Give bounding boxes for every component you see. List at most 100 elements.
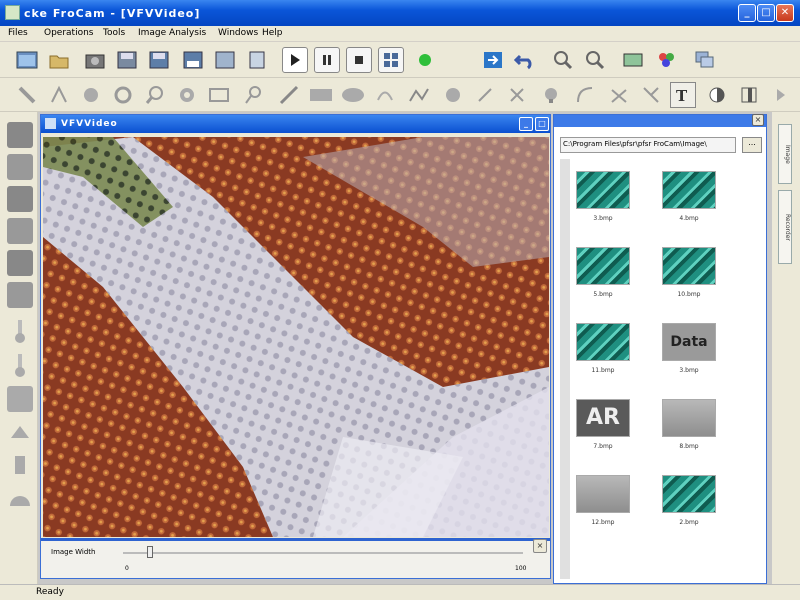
save-copy-icon[interactable] — [244, 47, 270, 73]
close-button[interactable]: ✕ — [776, 4, 794, 22]
zoom-out-icon[interactable] — [582, 47, 608, 73]
square-tool-icon[interactable] — [7, 386, 33, 412]
circle-icon[interactable] — [78, 82, 104, 108]
thumbnail-item[interactable]: 10.bmp — [662, 247, 716, 307]
menu-operations[interactable]: Operations — [44, 28, 93, 38]
slash-icon[interactable] — [472, 82, 498, 108]
arrow-tool-icon[interactable] — [638, 82, 664, 108]
save-disk-icon[interactable] — [212, 47, 238, 73]
browse-button[interactable]: ... — [742, 137, 762, 153]
microscope-image — [43, 137, 549, 537]
contrast-icon[interactable] — [704, 82, 730, 108]
camera-icon[interactable] — [82, 47, 108, 73]
play-icon[interactable] — [282, 47, 308, 73]
save-icon[interactable] — [114, 47, 140, 73]
magnifier-icon[interactable] — [142, 82, 168, 108]
menu-arrow-icon[interactable] — [768, 82, 794, 108]
menu-help[interactable]: Help — [262, 28, 283, 38]
maximize-button[interactable]: □ — [757, 4, 775, 22]
thermo-alt-icon[interactable] — [7, 352, 33, 378]
export-icon[interactable] — [480, 47, 506, 73]
thumbnail-item[interactable]: 2.bmp — [662, 475, 716, 535]
ring-icon[interactable] — [110, 82, 136, 108]
fit-icon[interactable] — [620, 47, 646, 73]
polyline-icon[interactable] — [406, 82, 432, 108]
palette-icon[interactable] — [654, 47, 680, 73]
arc-icon[interactable] — [372, 82, 398, 108]
thumbnail-image — [662, 475, 716, 513]
thumbnail-caption: 3.bmp — [593, 215, 613, 222]
video-window-title: VFVVideo — [61, 119, 118, 129]
thumbnail-item[interactable]: 8.bmp — [662, 399, 716, 459]
thumbnail-image — [576, 247, 630, 285]
menu-image-analysis[interactable]: Image Analysis — [138, 28, 206, 38]
rectangle-icon[interactable] — [308, 82, 334, 108]
invert-icon[interactable] — [7, 282, 33, 308]
layer-up-icon[interactable] — [7, 186, 33, 212]
layer-down-icon[interactable] — [7, 218, 33, 244]
dome-icon[interactable] — [7, 484, 33, 510]
record-icon[interactable] — [412, 47, 438, 73]
video-minimize-button[interactable]: _ — [519, 117, 533, 131]
save-as-icon[interactable] — [180, 47, 206, 73]
curve-icon[interactable] — [572, 82, 598, 108]
menu-files[interactable]: Files — [8, 28, 28, 38]
bulb-icon[interactable] — [538, 82, 564, 108]
ellipse-icon[interactable] — [340, 82, 366, 108]
live-video-view[interactable] — [43, 137, 549, 537]
thumbnail-image: Data — [662, 323, 716, 361]
tab-recorder[interactable]: Recorder — [778, 190, 792, 264]
thumbnail-image — [662, 247, 716, 285]
image-width-label: Image Width — [51, 548, 96, 556]
sharpen-icon[interactable] — [7, 250, 33, 276]
thumbnail-item[interactable]: 11.bmp — [576, 323, 630, 383]
thumbnail-item[interactable]: 3.bmp — [576, 171, 630, 231]
image-path-field[interactable]: C:\Program Files\pfsr\pfsr FroCam\Image\ — [560, 137, 736, 153]
thumbnail-image — [576, 171, 630, 209]
zoom-in-icon[interactable] — [550, 47, 576, 73]
layers-icon[interactable] — [692, 47, 718, 73]
pause-icon[interactable] — [314, 47, 340, 73]
brush-icon[interactable] — [7, 452, 33, 478]
angle-icon[interactable] — [46, 82, 72, 108]
panel-close-button[interactable]: × — [533, 539, 547, 553]
thumbnail-item[interactable]: Data 3.bmp — [662, 323, 716, 383]
brightness-icon[interactable] — [7, 122, 33, 148]
save-all-icon[interactable] — [146, 47, 172, 73]
gear-icon[interactable] — [174, 82, 200, 108]
stop-icon[interactable] — [346, 47, 372, 73]
thumbnail-item[interactable]: 4.bmp — [662, 171, 716, 231]
thumbnail-caption: 10.bmp — [677, 291, 701, 298]
thumbnail-item[interactable]: AR 7.bmp — [576, 399, 630, 459]
ruler-icon[interactable] — [14, 82, 40, 108]
contrast-tool-icon[interactable] — [7, 154, 33, 180]
image-width-slider[interactable] — [147, 546, 153, 558]
image-width-track[interactable] — [123, 552, 523, 554]
thumbnail-item[interactable]: 12.bmp — [576, 475, 630, 535]
rect-measure-icon[interactable] — [206, 82, 232, 108]
image-browser-close-button[interactable]: × — [752, 114, 764, 126]
tab-image[interactable]: Image — [778, 124, 792, 184]
menu-tools[interactable]: Tools — [103, 28, 125, 38]
minimize-button[interactable]: _ — [738, 4, 756, 22]
cross-icon[interactable] — [504, 82, 530, 108]
video-restore-button[interactable]: □ — [535, 117, 549, 131]
text-icon[interactable]: T — [670, 82, 696, 108]
columns-icon[interactable] — [736, 82, 762, 108]
lamp-icon[interactable] — [7, 420, 33, 446]
folder-icon[interactable] — [46, 47, 72, 73]
undo-icon[interactable] — [512, 47, 538, 73]
dot-icon[interactable] — [440, 82, 466, 108]
probe-icon[interactable] — [240, 82, 266, 108]
window-icon[interactable] — [14, 47, 40, 73]
app-icon — [5, 5, 20, 20]
grid-icon[interactable] — [378, 47, 404, 73]
slider-max-label: 100 — [515, 565, 527, 572]
measure-toolbar: T — [0, 78, 800, 112]
thermo-icon[interactable] — [7, 318, 33, 344]
thumbnail-caption: 2.bmp — [679, 519, 699, 526]
triangle-icon[interactable] — [606, 82, 632, 108]
menu-windows[interactable]: Windows — [218, 28, 258, 38]
thumbnail-item[interactable]: 5.bmp — [576, 247, 630, 307]
line-icon[interactable] — [276, 82, 302, 108]
